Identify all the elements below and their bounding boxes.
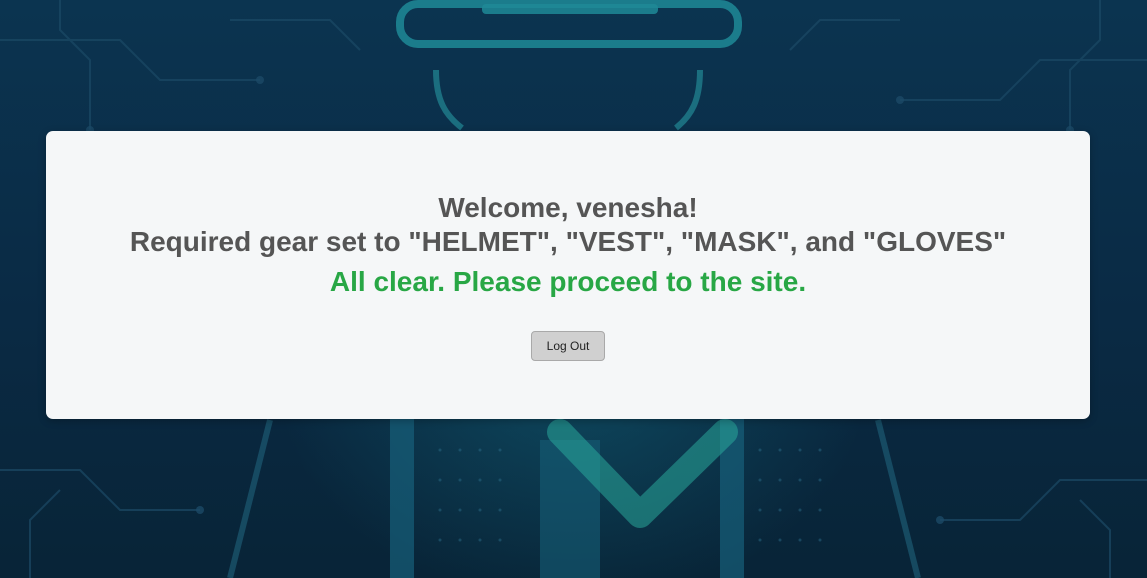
logout-button[interactable]: Log Out (531, 331, 605, 361)
welcome-heading: Welcome, venesha! (438, 192, 698, 223)
welcome-card: Welcome, venesha! Required gear set to "… (46, 131, 1090, 419)
required-gear-text: Required gear set to "HELMET", "VEST", "… (129, 226, 1007, 257)
status-message: All clear. Please proceed to the site. (329, 266, 807, 297)
